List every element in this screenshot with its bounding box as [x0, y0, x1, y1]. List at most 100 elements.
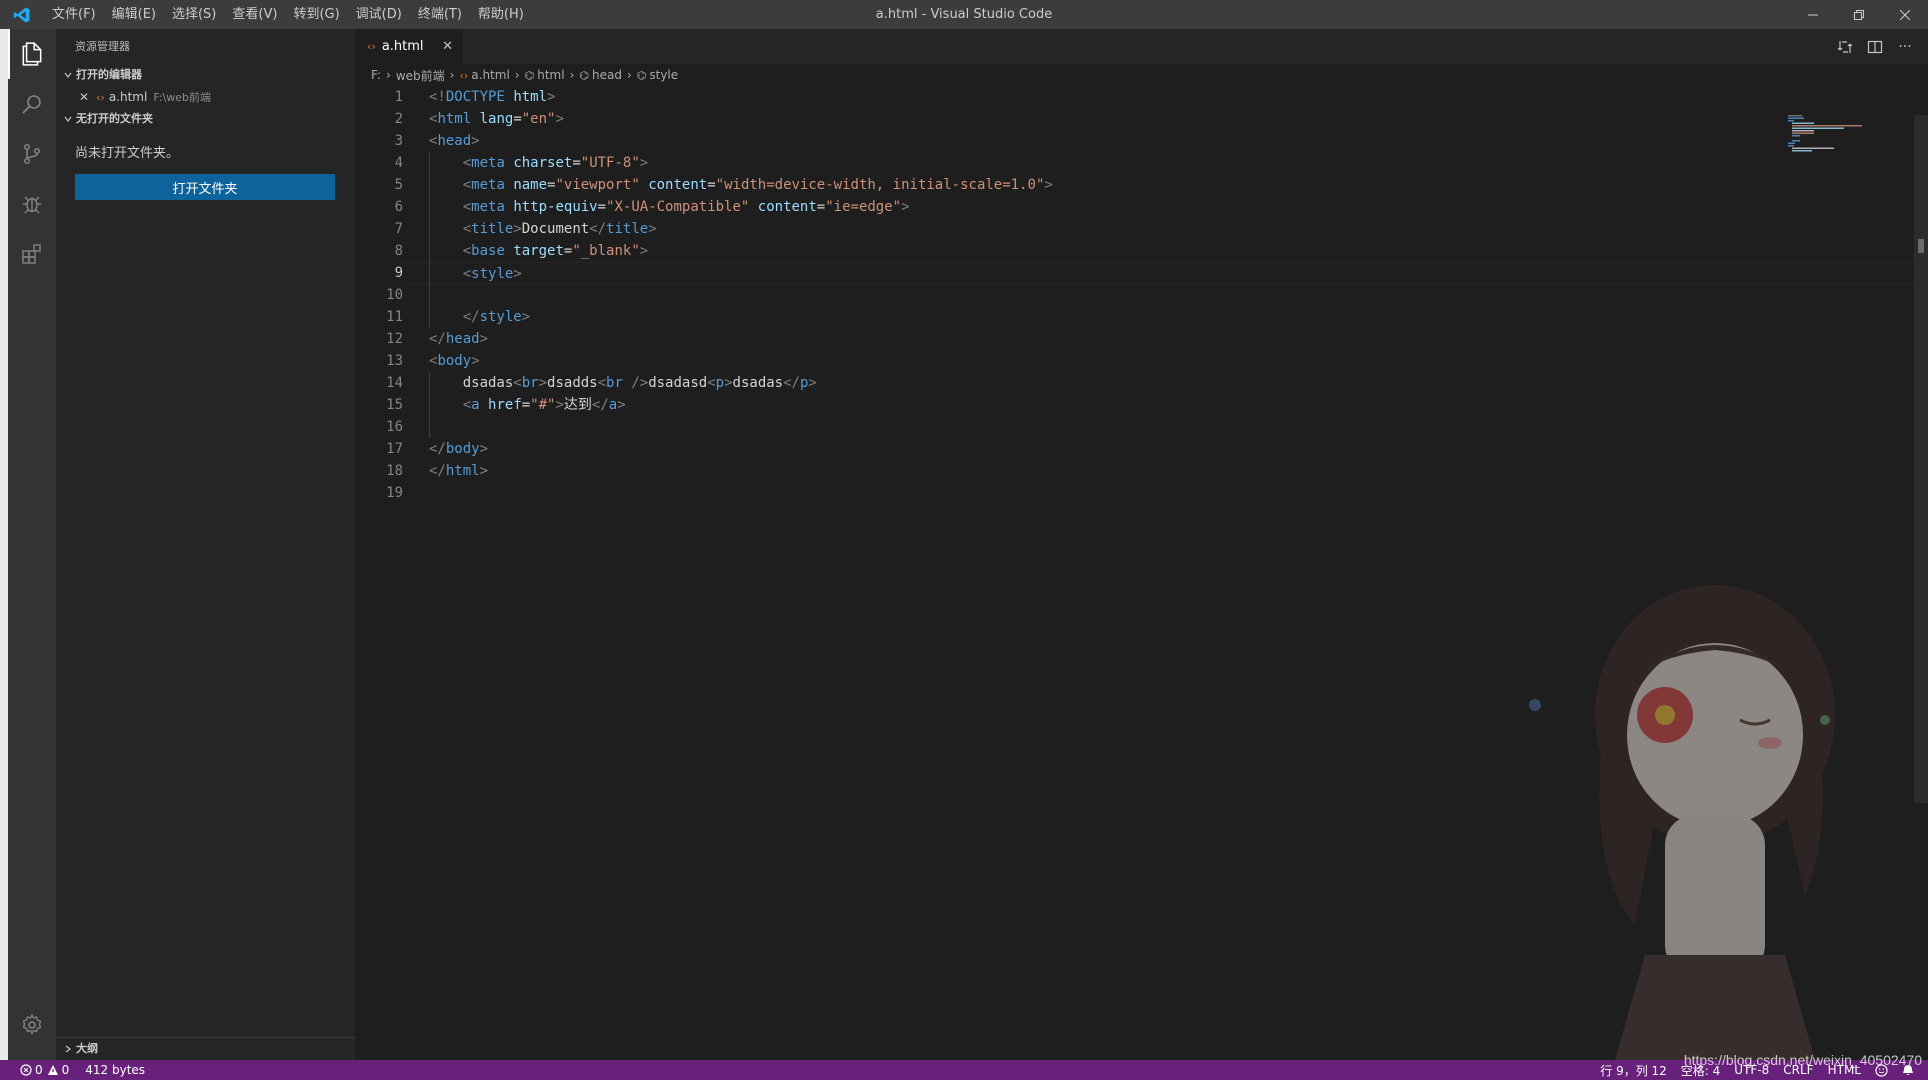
indent-guide	[429, 240, 430, 262]
editor-area: ‹› a.html ✕ ··· F: › web前端 › ‹› a.html › …	[355, 29, 1928, 1060]
activity-manage[interactable]	[8, 1000, 56, 1050]
indent-guide	[429, 218, 430, 240]
code-line[interactable]: 14 dsadas<br>dsadds<br />dsadasd<p>dsada…	[355, 372, 1928, 394]
split-editor-icon	[1867, 40, 1883, 53]
compare-changes-button[interactable]	[1830, 29, 1860, 64]
warning-count: 0	[61, 1063, 70, 1077]
code-line[interactable]: 19	[355, 482, 1928, 504]
code-editor[interactable]: 1 <!DOCTYPE html> 2 <html lang="en"> 3 <head>…	[355, 86, 1928, 1060]
minimize-icon	[1808, 14, 1818, 15]
minimap[interactable]	[1788, 115, 1868, 155]
cursor-position[interactable]: 行 9，列 12	[1600, 1062, 1667, 1079]
menu-bar: 文件(F) 编辑(E) 选择(S) 查看(V) 转到(G) 调试(D) 终端(T…	[44, 0, 532, 29]
html-file-icon: ‹›	[459, 68, 469, 82]
menu-terminal[interactable]: 终端(T)	[410, 0, 470, 29]
breadcrumb-folder[interactable]: web前端	[396, 67, 445, 84]
open-editor-filename: a.html	[108, 90, 148, 104]
open-editors-label: 打开的编辑器	[76, 68, 142, 81]
minimize-button[interactable]	[1790, 0, 1836, 29]
no-folder-label: 无打开的文件夹	[76, 112, 153, 125]
files-icon	[22, 42, 42, 66]
open-editors-header[interactable]: 打开的编辑器	[56, 64, 355, 86]
editor-actions: ···	[1830, 29, 1920, 64]
code-line[interactable]: 4 <meta charset="UTF-8">	[355, 152, 1928, 174]
close-editor-icon[interactable]: ✕	[76, 90, 92, 104]
open-folder-button[interactable]: 打开文件夹	[75, 174, 335, 200]
more-actions-button[interactable]: ···	[1890, 29, 1920, 64]
restore-button[interactable]	[1836, 0, 1882, 29]
compare-icon	[1837, 40, 1853, 53]
breadcrumb-file[interactable]: ‹› a.html	[459, 68, 509, 82]
code-line[interactable]: 13 <body>	[355, 350, 1928, 372]
code-text	[403, 284, 1928, 306]
activity-explorer[interactable]	[8, 29, 56, 79]
code-line[interactable]: 1 <!DOCTYPE html>	[355, 86, 1928, 108]
menu-selection[interactable]: 选择(S)	[164, 0, 224, 29]
tab-a-html[interactable]: ‹› a.html ✕	[355, 29, 463, 64]
code-line[interactable]: 10	[355, 284, 1928, 306]
close-window-button[interactable]	[1882, 0, 1928, 29]
code-line[interactable]: 15 <a href="#">达到</a>	[355, 394, 1928, 416]
indent-guide	[429, 284, 430, 306]
line-number: 19	[386, 485, 403, 501]
watermark-text: https://blog.csdn.net/weixin_40502470	[1683, 1052, 1922, 1068]
html-file-icon: ‹›	[367, 40, 376, 53]
code-line[interactable]: 17 </body>	[355, 438, 1928, 460]
activity-bar	[8, 29, 56, 1060]
code-line[interactable]: 5 <meta name="viewport" content="width=d…	[355, 174, 1928, 196]
menu-view[interactable]: 查看(V)	[224, 0, 285, 29]
code-line[interactable]: 2 <html lang="en">	[355, 108, 1928, 130]
menu-edit[interactable]: 编辑(E)	[104, 0, 164, 29]
code-line[interactable]: 3 <head>	[355, 130, 1928, 152]
code-text: </style>	[403, 306, 1928, 328]
breadcrumb-style[interactable]: ⌬ style	[637, 68, 678, 82]
code-text: <body>	[429, 353, 480, 369]
indent-guide	[429, 196, 430, 218]
code-line[interactable]: 16	[355, 416, 1928, 438]
close-icon	[1900, 9, 1910, 20]
code-line[interactable]: 11 </style>	[355, 306, 1928, 328]
code-text: <meta charset="UTF-8">	[403, 152, 1928, 174]
activity-search[interactable]	[8, 79, 56, 129]
scrollbar-thumb[interactable]	[1918, 239, 1924, 253]
no-folder-header[interactable]: 无打开的文件夹	[56, 108, 355, 130]
problems-indicator[interactable]: 0 0	[20, 1063, 69, 1077]
line-number: 15	[386, 397, 403, 413]
activity-extensions[interactable]	[8, 229, 56, 279]
error-icon	[20, 1064, 32, 1076]
breadcrumb-separator-icon: ›	[386, 68, 391, 82]
breadcrumb-drive[interactable]: F:	[371, 68, 381, 82]
code-text: <a href="#">达到</a>	[403, 394, 1928, 416]
code-line[interactable]: 12 </head>	[355, 328, 1928, 350]
split-editor-button[interactable]	[1860, 29, 1890, 64]
html-file-icon: ‹›	[96, 90, 105, 104]
code-line[interactable]: 7 <title>Document</title>	[355, 218, 1928, 240]
menu-help[interactable]: 帮助(H)	[470, 0, 532, 29]
window-edge	[0, 29, 8, 1060]
menu-file[interactable]: 文件(F)	[44, 0, 104, 29]
breadcrumb-separator-icon: ›	[626, 68, 632, 82]
menu-debug[interactable]: 调试(D)	[348, 0, 410, 29]
symbol-element-icon: ⌬	[636, 68, 647, 82]
tab-close-icon[interactable]: ✕	[442, 39, 453, 54]
open-editor-item[interactable]: ✕ ‹› a.html F:\web前端	[56, 86, 355, 108]
symbol-element-icon: ⌬	[579, 68, 589, 82]
code-line[interactable]: 9 <style>	[355, 262, 1928, 285]
symbol-element-icon: ⌬	[524, 68, 535, 82]
vertical-scrollbar[interactable]	[1914, 115, 1928, 803]
line-number: 9	[394, 265, 403, 281]
code-line[interactable]: 8 <base target="_blank">	[355, 240, 1928, 262]
outline-header[interactable]: 大纲	[56, 1038, 355, 1060]
indent-guide	[429, 372, 430, 394]
sidebar-title: 资源管理器	[75, 40, 130, 53]
code-line[interactable]: 18 </html>	[355, 460, 1928, 482]
menu-go[interactable]: 转到(G)	[285, 0, 347, 29]
activity-debug[interactable]	[8, 179, 56, 229]
breadcrumb: F: › web前端 › ‹› a.html › ⌬ html › ⌬ head › …	[355, 64, 1928, 86]
code-line[interactable]: 6 <meta http-equiv="X-UA-Compatible" con…	[355, 196, 1928, 218]
chevron-right-icon	[60, 1044, 76, 1054]
breadcrumb-html[interactable]: ⌬ html	[525, 68, 565, 82]
breadcrumb-separator-icon: ›	[449, 68, 455, 82]
activity-source-control[interactable]	[8, 129, 56, 179]
breadcrumb-head[interactable]: ⌬ head	[579, 68, 622, 82]
